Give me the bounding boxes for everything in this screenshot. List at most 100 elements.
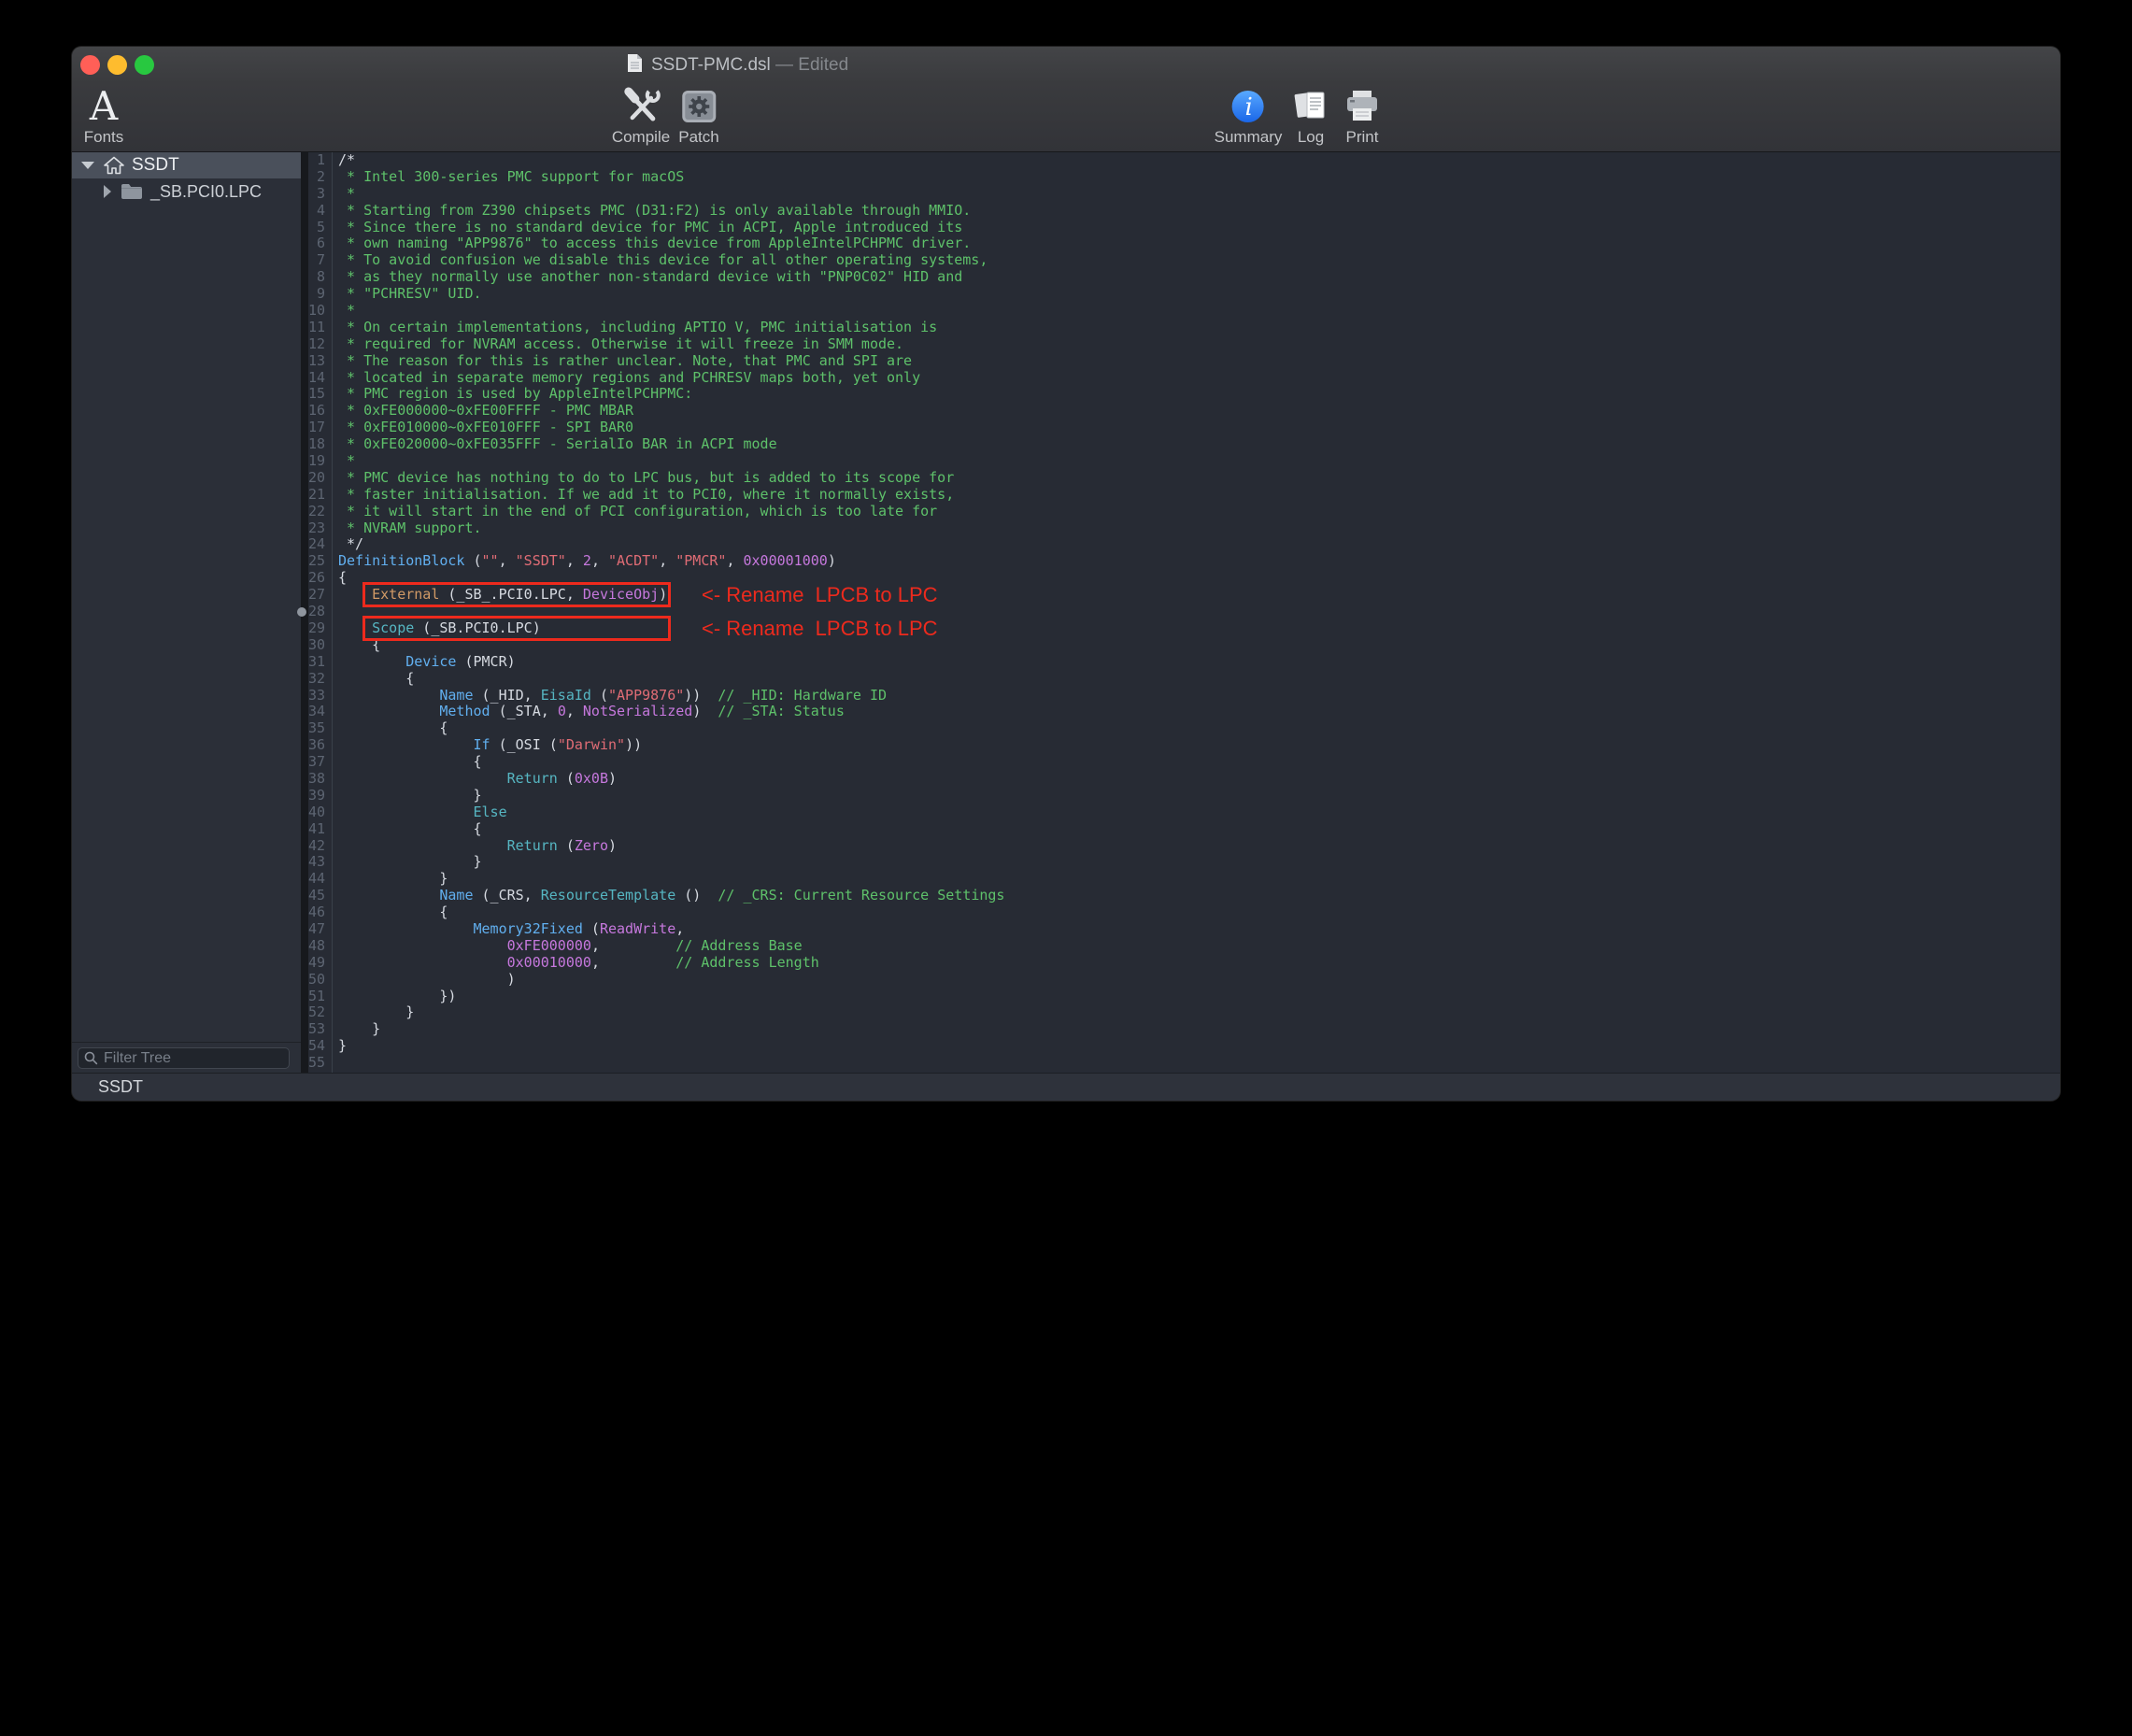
code-line: */ — [338, 536, 2060, 553]
minimize-button[interactable] — [107, 55, 127, 75]
line-number: 36 — [308, 737, 325, 754]
title-filename: SSDT-PMC.dsl — [651, 55, 771, 75]
patch-button[interactable]: Patch — [678, 86, 718, 146]
code-line: 0x00010000, // Address Length — [338, 955, 2060, 972]
code-line: If (_OSI ("Darwin")) — [338, 737, 2060, 754]
line-number: 43 — [308, 854, 325, 871]
summary-label: Summary — [1215, 129, 1283, 146]
code-line: { — [338, 720, 2060, 737]
code-line: 0xFE000000, // Address Base — [338, 938, 2060, 955]
summary-button[interactable]: i Summary — [1215, 86, 1283, 146]
code-line: * 0xFE010000~0xFE010FFF - SPI BAR0 — [338, 420, 2060, 436]
line-number: 4 — [308, 203, 325, 220]
sidebar-item-sb-pci0-lpc[interactable]: _SB.PCI0.LPC — [72, 178, 301, 205]
sidebar-item-ssdt[interactable]: SSDT — [72, 152, 301, 178]
line-number: 54 — [308, 1038, 325, 1055]
print-button[interactable]: Print — [1343, 86, 1382, 146]
code-line: * it will start in the end of PCI config… — [338, 504, 2060, 520]
title-bar: SSDT-PMC.dsl — Edited A Fonts Compile — [72, 47, 2060, 152]
svg-text:i: i — [1245, 93, 1253, 121]
code-line: Else — [338, 804, 2060, 821]
fonts-a-icon: A — [90, 86, 118, 126]
code-line: * To avoid confusion we disable this dev… — [338, 252, 2060, 269]
disclosure-triangle-expanded-icon[interactable] — [81, 162, 94, 169]
code-editor[interactable]: 1234567891011121314151617181920212223242… — [308, 152, 2060, 1073]
code-line: /* — [338, 152, 2060, 169]
code-line: Device (PMCR) — [338, 654, 2060, 671]
code-line: * — [338, 186, 2060, 203]
line-number: 55 — [308, 1055, 325, 1072]
code-line: * The reason for this is rather unclear.… — [338, 353, 2060, 370]
code-lines: /* * Intel 300-series PMC support for ma… — [338, 152, 2060, 1072]
code-line: * PMC region is used by AppleIntelPCHPMC… — [338, 386, 2060, 403]
line-number: 22 — [308, 504, 325, 520]
line-number: 21 — [308, 487, 325, 504]
line-number: 12 — [308, 336, 325, 353]
zoom-button[interactable] — [135, 55, 154, 75]
code-line: * as they normally use another non-stand… — [338, 269, 2060, 286]
fonts-label: Fonts — [84, 129, 124, 146]
code-line: } — [338, 854, 2060, 871]
compile-tools-icon — [619, 86, 662, 126]
code-line: Method (_STA, 0, NotSerialized) // _STA:… — [338, 704, 2060, 720]
line-number: 5 — [308, 220, 325, 236]
line-number: 35 — [308, 720, 325, 737]
code-line: * Intel 300-series PMC support for macOS — [338, 169, 2060, 186]
compile-button[interactable]: Compile — [612, 86, 670, 146]
code-line: * located in separate memory regions and… — [338, 370, 2060, 387]
fonts-button[interactable]: A Fonts — [84, 86, 124, 146]
line-number: 25 — [308, 553, 325, 570]
close-button[interactable] — [80, 55, 100, 75]
line-number: 41 — [308, 821, 325, 838]
line-number: 14 — [308, 370, 325, 387]
line-number: 15 — [308, 386, 325, 403]
search-icon — [84, 1051, 98, 1065]
code-line: { — [338, 671, 2060, 688]
code-line: Return (0x0B) — [338, 771, 2060, 788]
print-label: Print — [1346, 129, 1379, 146]
code-line: } — [338, 1021, 2060, 1038]
sidebar-item-label: SSDT — [132, 155, 179, 176]
document-icon — [627, 53, 643, 78]
line-number: 51 — [308, 989, 325, 1005]
filter-bar — [72, 1042, 301, 1073]
disclosure-triangle-collapsed-icon[interactable] — [104, 185, 111, 198]
code-line: Name (_CRS, ResourceTemplate () // _CRS:… — [338, 888, 2060, 904]
line-number: 39 — [308, 788, 325, 804]
line-number: 16 — [308, 403, 325, 420]
line-number: 47 — [308, 921, 325, 938]
line-number: 9 — [308, 286, 325, 303]
line-number: 24 — [308, 536, 325, 553]
filter-field[interactable] — [78, 1047, 290, 1069]
main-content: SSDT _SB.PCI0.LPC — [72, 152, 2060, 1073]
line-number: 31 — [308, 654, 325, 671]
line-number: 13 — [308, 353, 325, 370]
line-number: 11 — [308, 320, 325, 336]
code-line: Name (_HID, EisaId ("APP9876")) // _HID:… — [338, 688, 2060, 704]
code-line: } — [338, 1004, 2060, 1021]
traffic-lights — [80, 55, 154, 75]
status-bar: SSDT — [72, 1073, 2060, 1101]
line-number: 34 — [308, 704, 325, 720]
folder-icon — [121, 183, 143, 200]
log-button[interactable]: Log — [1292, 86, 1329, 146]
compile-label: Compile — [612, 129, 670, 146]
code-line — [338, 1055, 2060, 1072]
line-number: 32 — [308, 671, 325, 688]
line-number: 18 — [308, 436, 325, 453]
printer-icon — [1343, 86, 1382, 126]
annotation-box — [362, 582, 671, 607]
line-number: 33 — [308, 688, 325, 704]
code-line: * 0xFE000000~0xFE00FFFF - PMC MBAR — [338, 403, 2060, 420]
line-number: 50 — [308, 972, 325, 989]
filter-tree-input[interactable] — [104, 1050, 297, 1067]
line-number: 17 — [308, 420, 325, 436]
line-number: 19 — [308, 453, 325, 470]
code-line: } — [338, 1038, 2060, 1055]
patch-gear-icon — [681, 86, 717, 126]
line-number: 52 — [308, 1004, 325, 1021]
patch-label: Patch — [678, 129, 718, 146]
line-number: 48 — [308, 938, 325, 955]
code-line: * faster initialisation. If we add it to… — [338, 487, 2060, 504]
line-number: 27 — [308, 587, 325, 604]
